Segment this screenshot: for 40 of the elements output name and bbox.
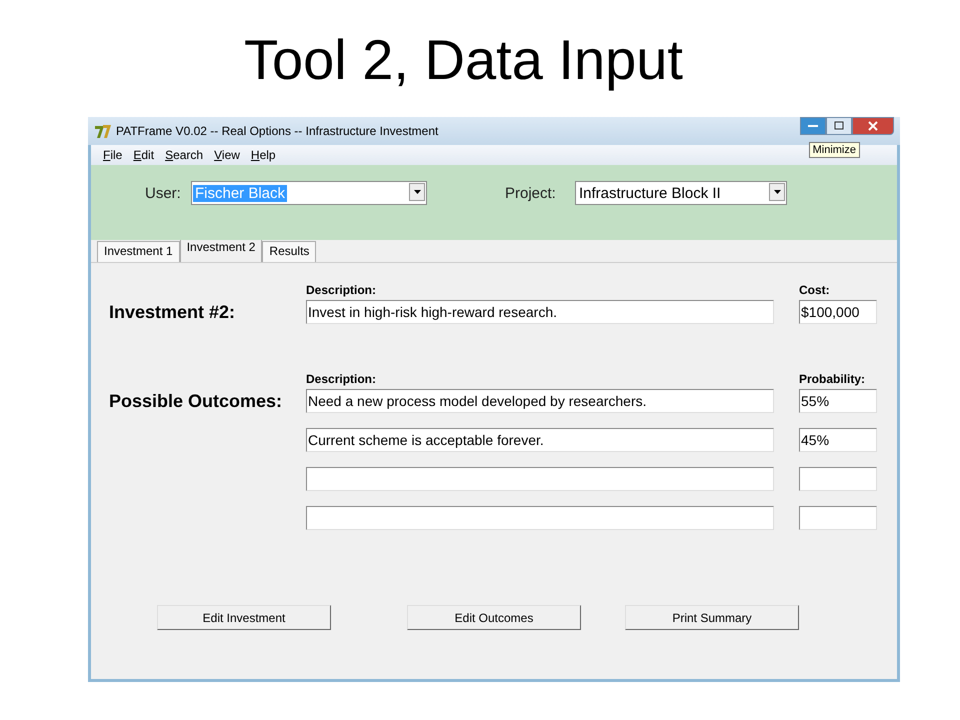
menu-item[interactable]: Edit [133, 148, 154, 162]
cost-field[interactable]: $100,000 [799, 300, 877, 324]
action-button[interactable]: Edit Outcomes [407, 605, 581, 630]
menu-item[interactable]: View [214, 148, 240, 162]
app-logo-icon [94, 123, 112, 139]
close-button[interactable] [852, 117, 894, 135]
maximize-button[interactable] [826, 117, 852, 135]
menu-item[interactable]: Help [250, 148, 276, 162]
tab[interactable]: Investment 2 [180, 239, 262, 262]
project-label: Project: [505, 185, 556, 202]
tooltip: Minimize [808, 142, 860, 158]
description-field[interactable]: Current scheme is acceptable forever. [306, 428, 774, 452]
probability-field[interactable]: 55% [799, 389, 877, 413]
column-header: Probability: [799, 372, 866, 386]
description-field[interactable]: Invest in high-risk high-reward research. [306, 300, 774, 324]
column-header: Description: [306, 372, 378, 386]
tab[interactable]: Investment 1 [97, 241, 180, 262]
column-header: Cost: [799, 283, 831, 297]
menu-item[interactable]: Search [165, 148, 204, 162]
action-button[interactable]: Edit Investment [157, 605, 331, 630]
section-label: Investment #2: [109, 302, 236, 323]
slide-title: Tool 2, Data Input [244, 28, 683, 92]
probability-field[interactable] [799, 506, 877, 530]
maximize-icon [833, 121, 845, 131]
user-label: User: [145, 185, 181, 202]
project-dropdown[interactable]: Infrastructure Block II [575, 181, 787, 205]
close-icon [867, 121, 879, 131]
action-button[interactable]: Print Summary [625, 605, 799, 630]
probability-field[interactable]: 45% [799, 428, 877, 452]
minimize-icon [807, 124, 819, 128]
description-field[interactable] [306, 506, 774, 530]
window-title: PATFrame V0.02 -- Real Options -- Infrastructure Investment [116, 124, 438, 138]
section-label: Possible Outcomes: [109, 391, 284, 412]
tab[interactable]: Results [262, 241, 316, 262]
description-field[interactable] [306, 467, 774, 491]
description-field[interactable]: Need a new process model developed by researchers. [306, 389, 774, 413]
probability-field[interactable] [799, 467, 877, 491]
column-header: Description: [306, 283, 378, 297]
menu-item[interactable]: File [103, 148, 122, 162]
minimize-button[interactable] [800, 117, 826, 135]
